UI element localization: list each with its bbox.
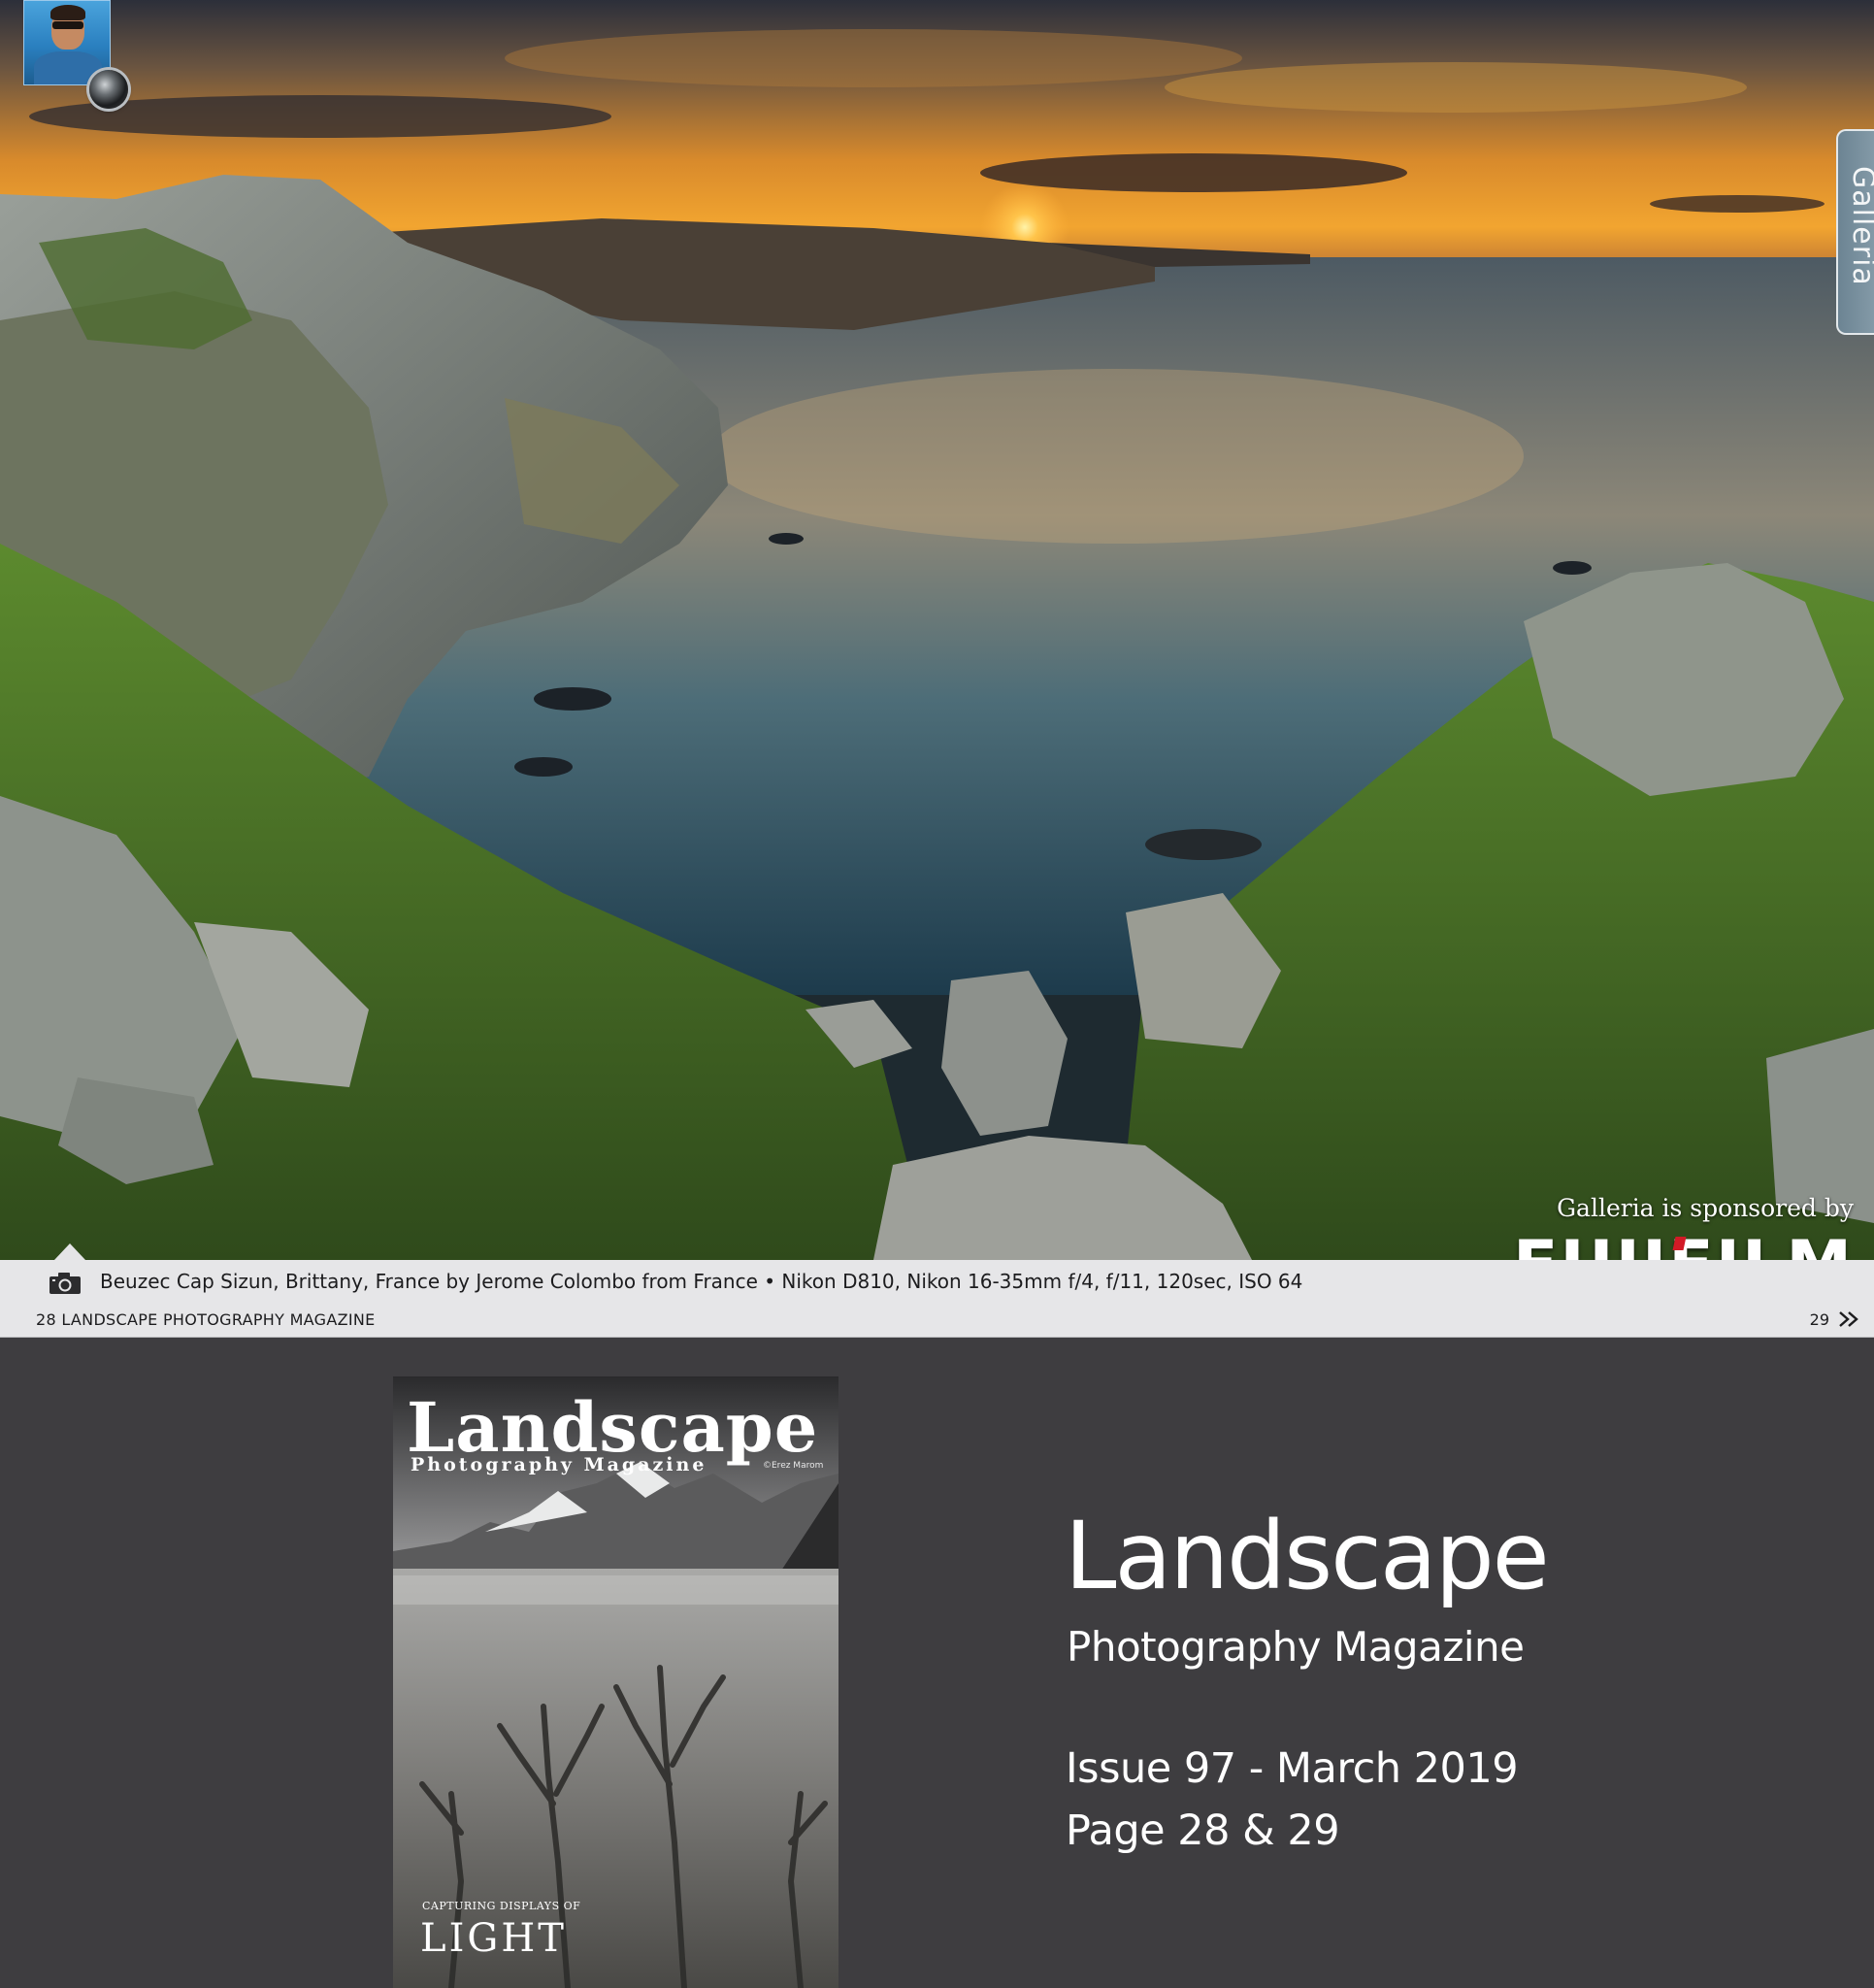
photo-caption: Beuzec Cap Sizun, Brittany, France by Je…	[100, 1270, 1303, 1293]
gallery-photo[interactable]: Galleria Galleria is sponsored by FUJIFI…	[0, 0, 1874, 1260]
cover-title: Landscape	[407, 1387, 819, 1468]
caption-bar: Beuzec Cap Sizun, Brittany, France by Je…	[0, 1260, 1874, 1338]
fujifilm-logo: FUJIFILM	[1513, 1233, 1854, 1261]
page-line: Page 28 & 29	[1066, 1806, 1340, 1855]
sponsor-block: Galleria is sponsored by	[1557, 1194, 1854, 1224]
page-number-right: 29	[1809, 1310, 1829, 1329]
magazine-subtitle: Photography Magazine	[1067, 1623, 1525, 1671]
cover-subtitle: Photography Magazine	[411, 1454, 707, 1475]
cover-headline: LIGHT	[420, 1916, 567, 1961]
page-number-left: 28 LANDSCAPE PHOTOGRAPHY MAGAZINE	[36, 1310, 376, 1329]
magazine-title: Landscape	[1065, 1502, 1550, 1610]
home-notch-icon[interactable]	[54, 1243, 85, 1260]
camera-icon	[49, 1273, 81, 1294]
page: Galleria Galleria is sponsored by FUJIFI…	[0, 0, 1874, 1988]
sponsor-text: Galleria is sponsored by	[1557, 1194, 1854, 1222]
cover-credit: ©Erez Marom	[763, 1461, 824, 1471]
avatar-glasses	[52, 21, 83, 29]
issue-line: Issue 97 - March 2019	[1066, 1744, 1519, 1793]
double-chevron-right-icon[interactable]	[1837, 1309, 1860, 1329]
galleria-tab-label: Galleria	[1846, 166, 1874, 286]
lens-icon[interactable]	[89, 70, 128, 109]
landscape-photo	[0, 0, 1874, 1260]
magazine-cover[interactable]: Landscape Photography Magazine ©Erez Mar…	[393, 1376, 838, 1988]
avatar-hair	[50, 5, 85, 20]
galleria-tab[interactable]: Galleria	[1836, 129, 1874, 335]
cover-kicker: CAPTURING DISPLAYS OF	[422, 1900, 581, 1912]
